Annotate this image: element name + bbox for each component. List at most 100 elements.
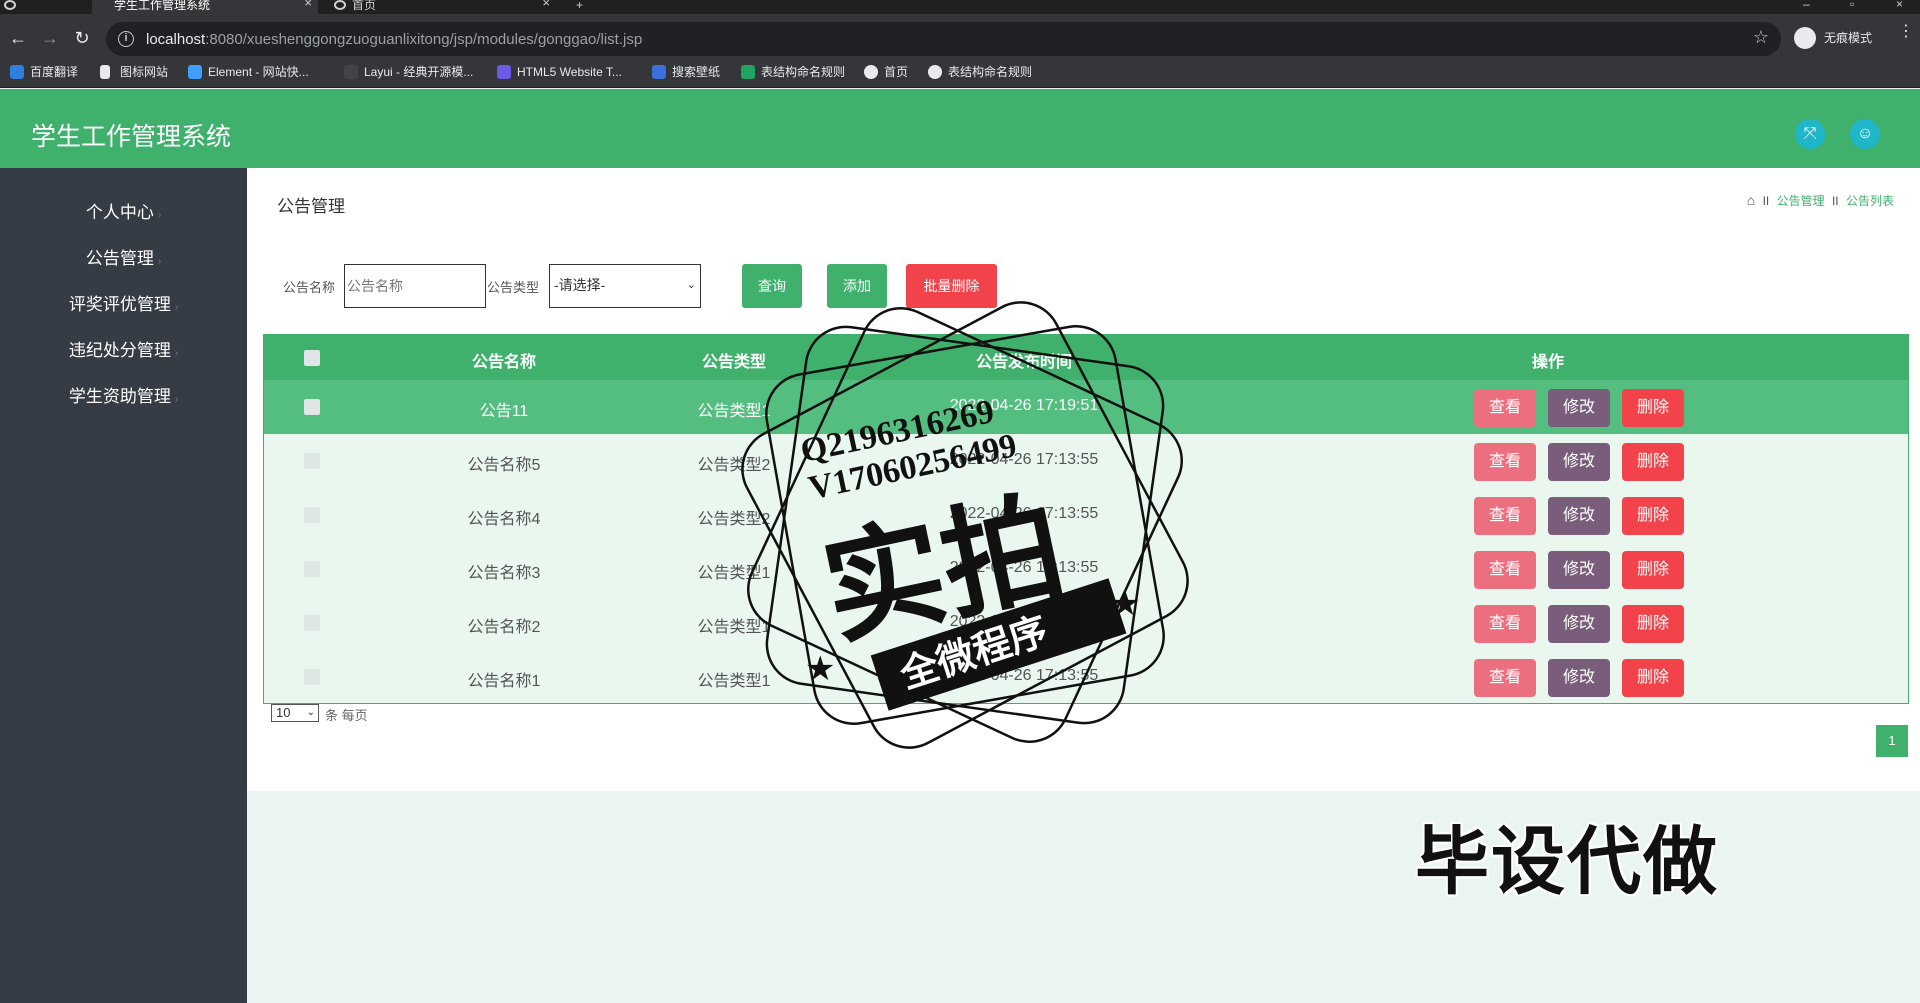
- translate-icon: [10, 65, 24, 79]
- browser-menu-icon[interactable]: ⋮: [1898, 24, 1914, 40]
- sidebar-item-aid-management[interactable]: 学生资助管理 ›: [0, 386, 247, 411]
- window-close-icon[interactable]: ×: [1896, 0, 1903, 11]
- edit-button[interactable]: 修改: [1548, 605, 1610, 643]
- bookmark-item[interactable]: 百度翻译: [10, 64, 78, 80]
- edit-button[interactable]: 修改: [1548, 551, 1610, 589]
- edit-button[interactable]: 修改: [1548, 443, 1610, 481]
- reload-icon[interactable]: ↻: [70, 26, 94, 50]
- fullscreen-icon[interactable]: ⤧: [1795, 119, 1825, 149]
- pagination-page-button[interactable]: 1: [1876, 725, 1908, 757]
- breadcrumb-item[interactable]: 公告管理: [1777, 194, 1825, 208]
- new-tab-button[interactable]: +: [572, 0, 596, 14]
- view-button[interactable]: 查看: [1474, 659, 1536, 697]
- app-title: 学生工作管理系统: [31, 123, 232, 151]
- star-icon: ★: [1110, 585, 1140, 623]
- cell-name: 公告名称2: [467, 619, 541, 636]
- delete-button[interactable]: 删除: [1622, 389, 1684, 427]
- watermark-stamp: Q2196316269 V17060256499 实拍 全微程序 ★ ★: [741, 301, 1189, 749]
- view-button[interactable]: 查看: [1474, 389, 1536, 427]
- select-all-checkbox[interactable]: [304, 350, 320, 366]
- flag-icon: [100, 65, 110, 79]
- row-checkbox[interactable]: [304, 669, 320, 685]
- forward-arrow-icon[interactable]: →: [38, 26, 62, 50]
- sidebar-item-notice-management[interactable]: 公告管理 ›: [0, 248, 247, 273]
- row-checkbox[interactable]: [304, 399, 320, 415]
- bookmark-item[interactable]: 表结构命名规则: [741, 64, 845, 80]
- layui-logo-icon: [344, 65, 358, 79]
- bookmark-item[interactable]: HTML5 Website T...: [497, 64, 622, 80]
- tab-close-icon[interactable]: ×: [304, 0, 312, 9]
- row-checkbox[interactable]: [304, 453, 320, 469]
- chevron-down-icon: ⌄: [306, 707, 315, 718]
- element-logo-icon: [188, 65, 202, 79]
- bookmark-item[interactable]: 搜索壁纸: [652, 64, 720, 80]
- globe-icon: [864, 65, 878, 79]
- notice-name-label: 公告名称: [283, 280, 336, 295]
- edit-button[interactable]: 修改: [1548, 497, 1610, 535]
- notice-type-select[interactable]: -请选择- ⌄: [549, 264, 701, 308]
- html5-icon: [497, 65, 511, 79]
- edit-button[interactable]: 修改: [1548, 389, 1610, 427]
- view-button[interactable]: 查看: [1474, 443, 1536, 481]
- row-checkbox[interactable]: [304, 615, 320, 631]
- incognito-indicator[interactable]: 无痕模式: [1794, 24, 1872, 52]
- page-size-select[interactable]: 10 ⌄: [271, 704, 319, 722]
- chevron-down-icon: ⌄: [686, 279, 696, 291]
- sidebar-item-awards-management[interactable]: 评奖评优管理 ›: [0, 294, 247, 319]
- view-button[interactable]: 查看: [1474, 551, 1536, 589]
- star-icon: ★: [805, 650, 835, 688]
- view-button[interactable]: 查看: [1474, 497, 1536, 535]
- bookmark-item[interactable]: 表结构命名规则: [928, 64, 1032, 80]
- cell-name: 公告名称3: [467, 565, 541, 582]
- bookmark-item[interactable]: 图标网站: [100, 64, 168, 80]
- back-arrow-icon[interactable]: ←: [6, 26, 30, 50]
- user-avatar-icon[interactable]: ☺: [1850, 119, 1880, 149]
- delete-button[interactable]: 删除: [1622, 551, 1684, 589]
- breadcrumb: ⌂ II 公告管理 II 公告列表: [1746, 192, 1894, 208]
- browser-tab-active[interactable]: 学生工作管理系统 ×: [92, 0, 318, 14]
- sidebar: 个人中心 › 公告管理 › 评奖评优管理 › 违纪处分管理 › 学生资助管理 ›: [0, 168, 247, 1003]
- home-icon[interactable]: ⌂: [1747, 192, 1755, 208]
- delete-button[interactable]: 删除: [1622, 605, 1684, 643]
- chevron-icon: ›: [157, 256, 162, 267]
- watermark-bottom-text: 毕设代做: [1415, 820, 1719, 903]
- notice-name-input[interactable]: [344, 264, 486, 308]
- cell-name: 公告名称1: [467, 673, 541, 690]
- globe-icon: [334, 0, 346, 10]
- chevron-icon: ›: [174, 302, 179, 313]
- minimize-icon[interactable]: –: [1803, 0, 1810, 11]
- sidebar-item-discipline-management[interactable]: 违纪处分管理 ›: [0, 340, 247, 365]
- sidebar-item-personal-center[interactable]: 个人中心 ›: [0, 202, 247, 227]
- row-checkbox[interactable]: [304, 561, 320, 577]
- address-bar[interactable]: i localhost:8080/xueshenggongzuoguanlixi…: [106, 22, 1781, 56]
- bookmark-item[interactable]: Element - 网站快...: [188, 64, 309, 80]
- restore-icon[interactable]: ▫: [1850, 0, 1854, 11]
- browser-toolbar: ← → ↻ i localhost:8080/xueshenggongzuogu…: [0, 14, 1920, 64]
- globe-icon: [928, 65, 942, 79]
- tab-close-icon[interactable]: ×: [542, 0, 550, 9]
- bookmark-star-icon[interactable]: ☆: [1753, 27, 1769, 48]
- column-header[interactable]: 操作: [1498, 348, 1598, 372]
- page-title: 公告管理: [277, 197, 345, 216]
- browser-tab[interactable]: 首页 ×: [330, 0, 556, 14]
- tab-group-icon[interactable]: [50, 0, 74, 14]
- delete-button[interactable]: 删除: [1622, 497, 1684, 535]
- delete-button[interactable]: 删除: [1622, 659, 1684, 697]
- cell-name: 公告名称5: [467, 457, 541, 474]
- row-checkbox[interactable]: [304, 507, 320, 523]
- delete-button[interactable]: 删除: [1622, 443, 1684, 481]
- app-header: 学生工作管理系统 ⤧ ☺: [0, 89, 1920, 168]
- site-info-icon[interactable]: i: [118, 31, 134, 47]
- wallpaper-icon: [652, 65, 666, 79]
- column-header: 公告名称: [471, 354, 536, 371]
- edit-button[interactable]: 修改: [1548, 659, 1610, 697]
- url-text[interactable]: localhost:8080/xueshenggongzuoguanlixito…: [146, 31, 642, 48]
- cell-name: 公告名称4: [467, 511, 541, 528]
- view-button[interactable]: 查看: [1474, 605, 1536, 643]
- bookmark-item[interactable]: Layui - 经典开源模...: [344, 64, 473, 80]
- bookmark-item[interactable]: 首页: [864, 64, 908, 80]
- globe-icon: [4, 0, 16, 10]
- browser-tab-strip: 学生工作管理系统 × 首页 × + – ▫ ×: [0, 0, 1920, 14]
- browser-profile-icon[interactable]: [0, 0, 36, 14]
- breadcrumb-item[interactable]: 公告列表: [1846, 194, 1894, 208]
